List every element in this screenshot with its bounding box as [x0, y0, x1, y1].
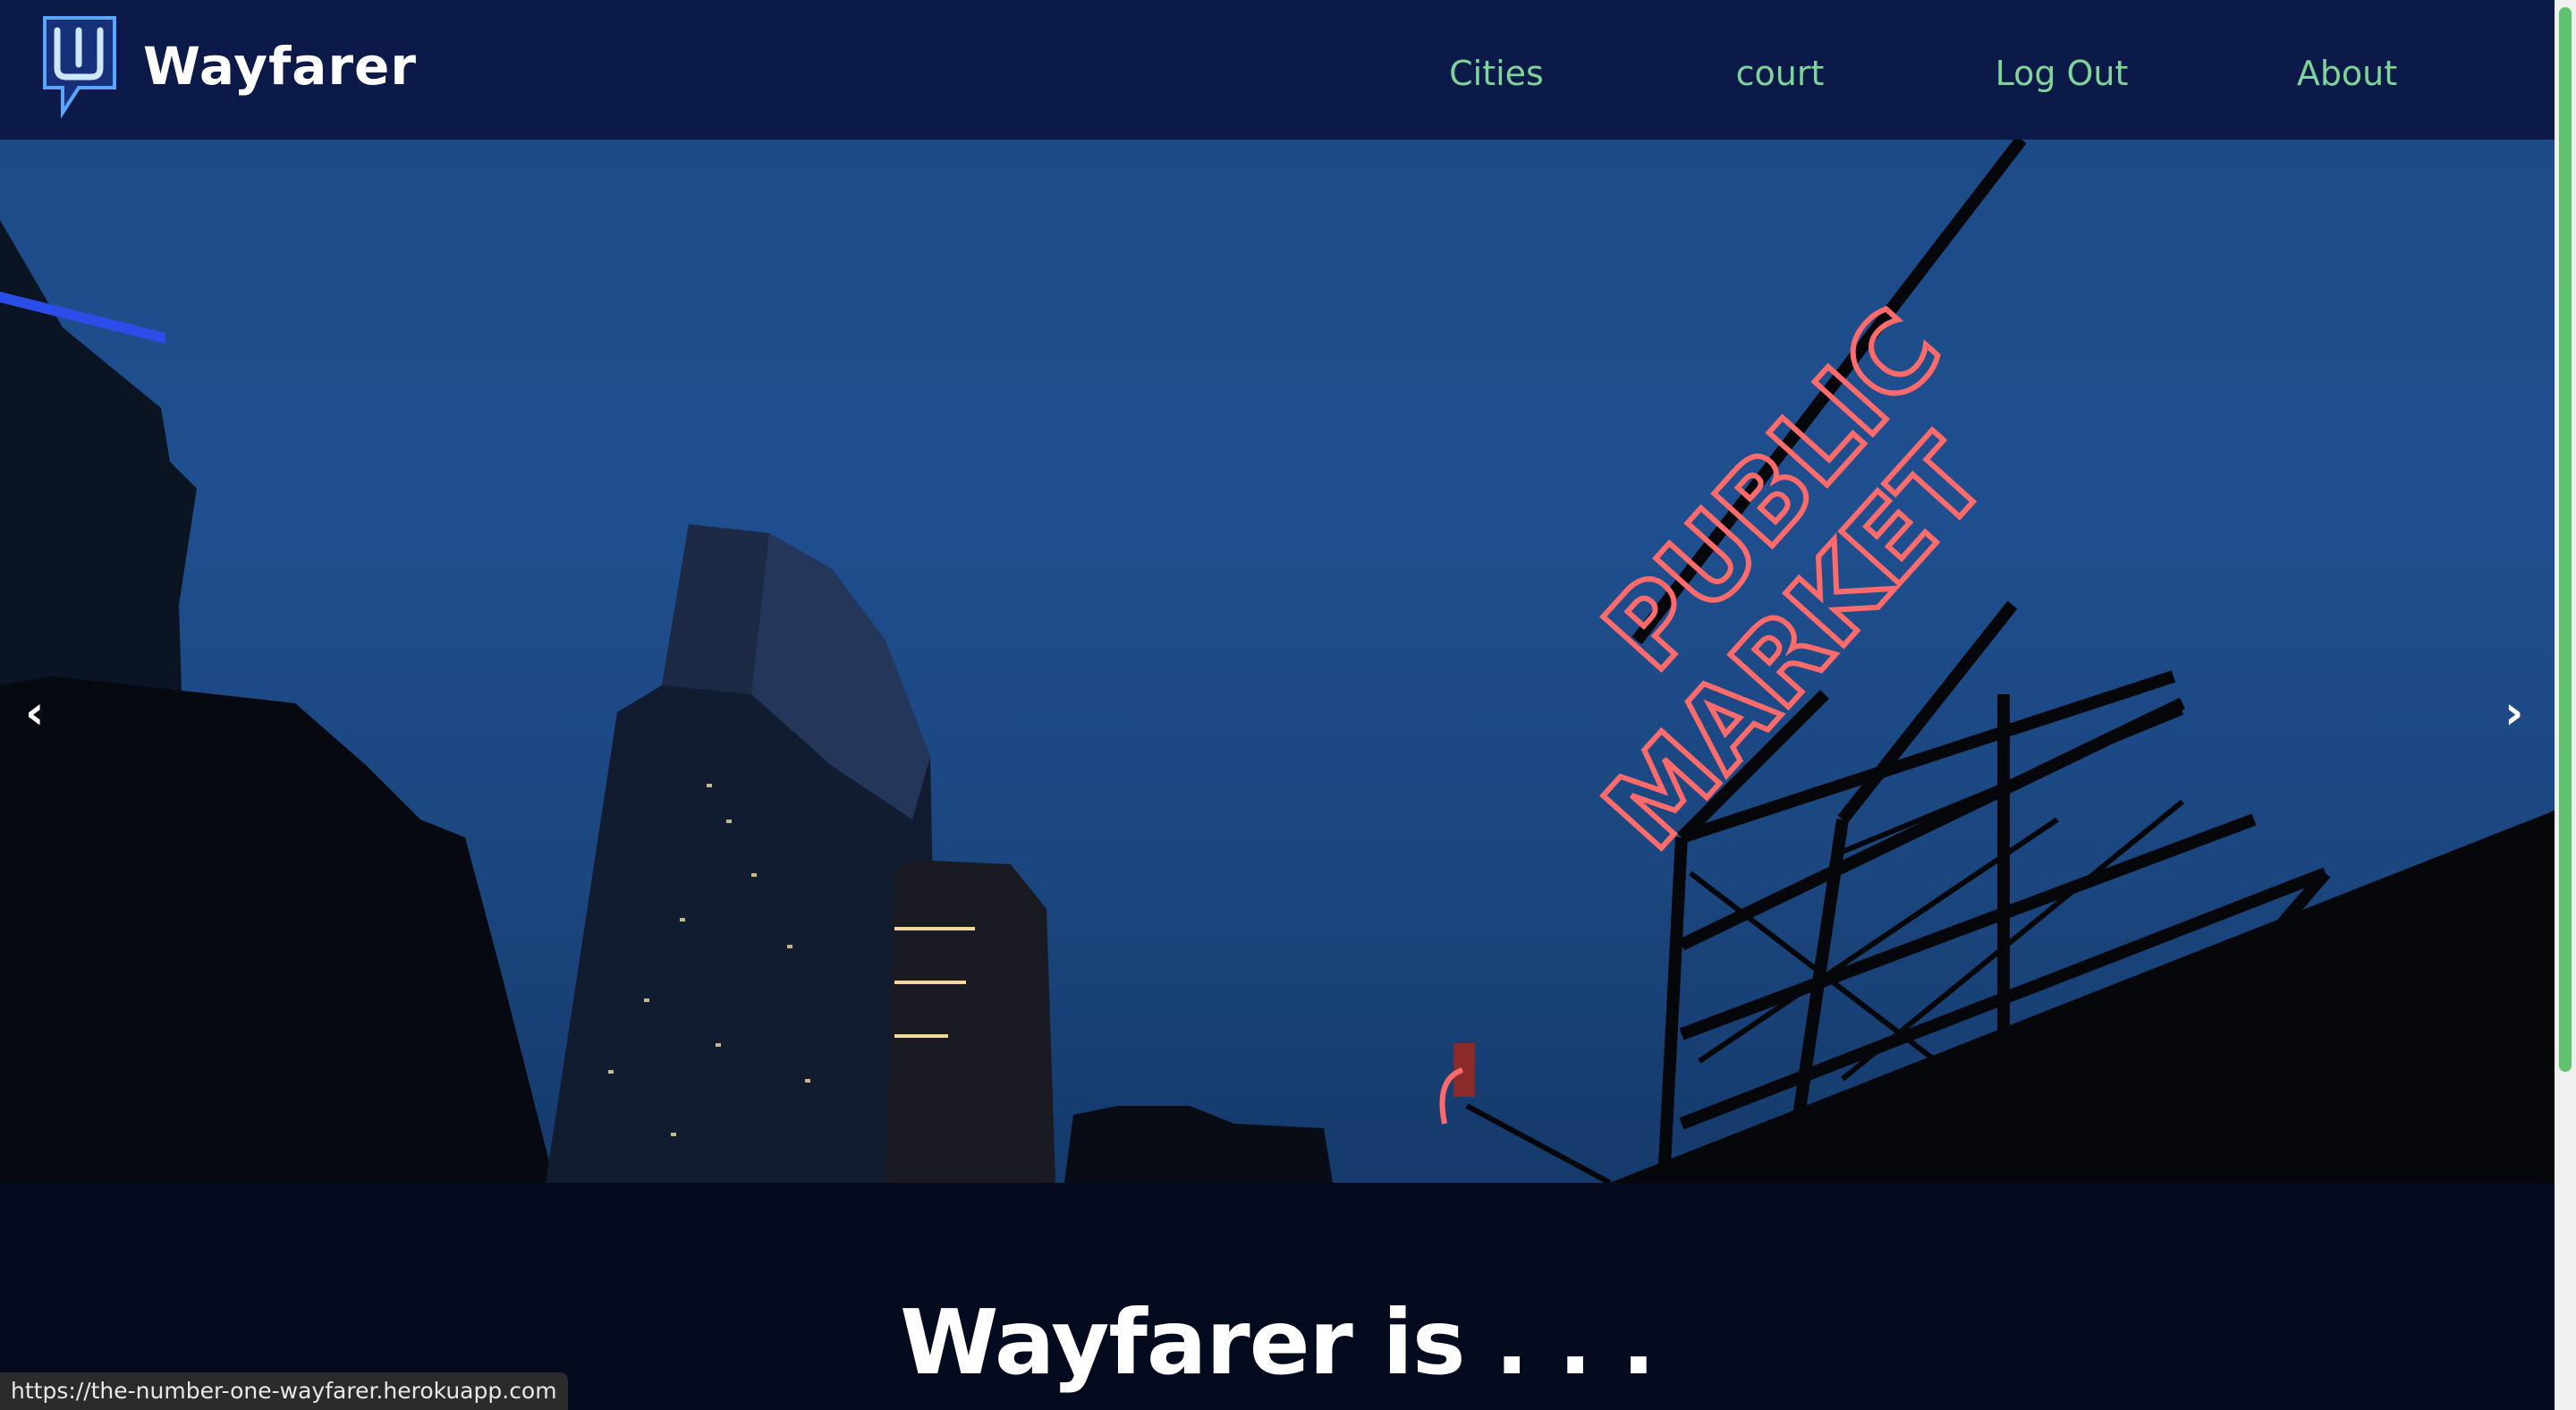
nav-link-about[interactable]: About — [2297, 47, 2397, 100]
nav-link-profile[interactable]: court — [1736, 47, 1825, 100]
carousel-slide-image: PUBLIC MARKET — [0, 140, 2555, 1183]
hero-carousel: PUBLIC MARKET ‹ › — [0, 140, 2555, 1183]
nav-links: Cities court Log Out About — [0, 47, 2555, 100]
link-hover-status-url: https://the-number-one-wayfarer.herokuap… — [0, 1372, 568, 1410]
top-navbar: Wayfarer Cities court Log Out About — [0, 0, 2555, 140]
nav-link-logout[interactable]: Log Out — [1996, 47, 2129, 100]
carousel-next-button[interactable]: › — [2504, 690, 2523, 736]
page-scrollbar[interactable] — [2555, 0, 2576, 1410]
nav-link-cities[interactable]: Cities — [1449, 47, 1544, 100]
carousel-prev-button[interactable]: ‹ — [25, 690, 44, 736]
scrollbar-thumb[interactable] — [2559, 7, 2572, 1072]
